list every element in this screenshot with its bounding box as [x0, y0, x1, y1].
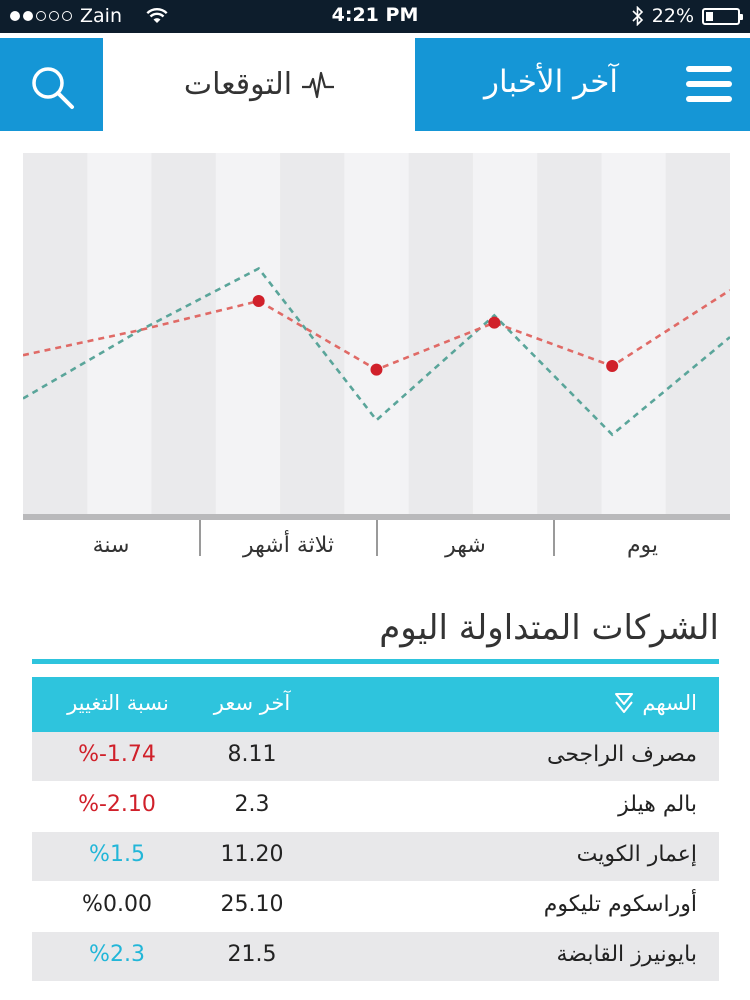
period-tab-year[interactable]: سنة [23, 520, 199, 558]
table-row[interactable]: أوراسكوم تليكوم 25.10 %0.00 [32, 882, 719, 932]
stock-last-price: 11.20 [220, 842, 284, 867]
stock-last-price: 8.11 [227, 742, 277, 767]
chart-data-point[interactable] [370, 363, 383, 376]
section-title-underline [32, 659, 719, 664]
chart-data-point[interactable] [488, 316, 501, 329]
bluetooth-icon [632, 6, 643, 26]
battery-level [706, 11, 713, 21]
pulse-icon [302, 71, 335, 98]
traded-companies-table: السهم آخر سعر نسبة التغيير مصرف الراجحى 8… [32, 677, 719, 982]
chart-column-band [87, 153, 152, 514]
stock-change-percent: %2.3 [89, 942, 145, 967]
stock-change-percent: %-1.74 [78, 742, 156, 767]
stock-name: بالم هيلز [618, 792, 697, 817]
column-header-last-price[interactable]: آخر سعر [182, 691, 322, 715]
stock-change-percent: %0.00 [82, 892, 152, 917]
menu-icon[interactable] [686, 66, 732, 102]
status-bar: Zain 4:21 PM 22% [0, 0, 750, 33]
stock-name: مصرف الراجحى [546, 742, 697, 767]
section-title: الشركات المتداولة اليوم [379, 608, 719, 648]
tab-forecasts-label: التوقعات [183, 67, 293, 102]
tab-latest-news-label: آخر الأخبار [484, 64, 618, 100]
battery-percent: 22% [651, 5, 694, 27]
period-tab-month[interactable]: شهر [378, 520, 553, 558]
stock-last-price: 25.10 [220, 892, 284, 917]
chart-data-point[interactable] [252, 295, 265, 308]
forecast-chart [23, 153, 730, 520]
table-row[interactable]: إعمار الكويت 11.20 %1.5 [32, 832, 719, 882]
sort-icon [615, 693, 634, 713]
search-button[interactable] [0, 38, 103, 131]
chart-column-band [215, 153, 281, 514]
period-tabs: سنة ثلاثة أشهر شهر يوم [23, 520, 730, 560]
table-row[interactable]: بايونيرز القابضة 21.5 %2.3 [32, 932, 719, 982]
stock-name: إعمار الكويت [576, 842, 697, 867]
chart-column-band [472, 153, 538, 514]
forecast-chart-plot [23, 153, 730, 520]
table-body: مصرف الراجحى 8.11 %-1.74 بالم هيلز 2.3 %-2.10… [32, 732, 719, 982]
app-header: التوقعات آخر الأخبار [0, 38, 750, 131]
battery-icon [702, 7, 743, 25]
stock-last-price: 2.3 [234, 792, 270, 817]
chart-column-band [344, 153, 409, 514]
column-header-stock[interactable]: السهم [614, 691, 697, 715]
chart-column-band [601, 153, 666, 514]
table-header: السهم آخر سعر نسبة التغيير [32, 677, 719, 732]
tab-latest-news[interactable]: آخر الأخبار [415, 38, 750, 131]
search-icon [32, 67, 74, 109]
stock-change-percent: %-2.10 [78, 792, 156, 817]
stock-change-percent: %1.5 [89, 842, 145, 867]
stock-name: أوراسكوم تليكوم [543, 892, 697, 917]
chart-data-point[interactable] [606, 359, 619, 372]
table-row[interactable]: مصرف الراجحى 8.11 %-1.74 [32, 732, 719, 782]
stock-last-price: 21.5 [227, 942, 277, 967]
tab-forecasts[interactable]: التوقعات [103, 38, 415, 131]
period-tab-three-months[interactable]: ثلاثة أشهر [201, 520, 376, 558]
column-header-change[interactable]: نسبة التغيير [44, 691, 192, 715]
status-right: 22% [632, 5, 743, 27]
stock-name: بايونيرز القابضة [556, 942, 697, 967]
table-row[interactable]: بالم هيلز 2.3 %-2.10 [32, 782, 719, 832]
column-header-stock-label: السهم [642, 691, 697, 715]
period-tab-day[interactable]: يوم [555, 520, 730, 558]
